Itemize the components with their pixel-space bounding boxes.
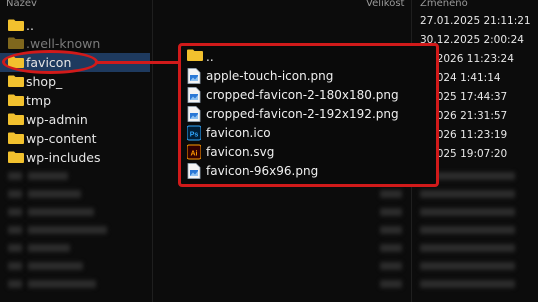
folder-icon: [8, 132, 24, 144]
folder-label: ..: [26, 18, 34, 33]
column-header: Název Velikost Změněno: [0, 0, 538, 12]
folder-contents-popup: .. apple-touch-icon.png cropped-favicon-2-…: [178, 43, 439, 187]
blurred-row: [0, 240, 538, 256]
png-file-icon: [187, 68, 201, 84]
blurred-row: [0, 258, 538, 274]
popup-file-item[interactable]: cropped-favicon-2-180x180.png: [187, 86, 432, 104]
folder-up-icon: [8, 19, 24, 31]
highlight-ellipse: [2, 50, 98, 74]
blurred-row: [0, 222, 538, 238]
popup-file-label: cropped-favicon-2-180x180.png: [206, 88, 399, 102]
png-file-icon: [187, 87, 201, 103]
folder-up-icon: [187, 49, 203, 65]
photoshop-file-icon: Ps: [186, 125, 202, 141]
folder-row[interactable]: wp-admin: [0, 110, 150, 129]
folder-icon: [8, 75, 24, 87]
folder-label: wp-content: [26, 131, 97, 146]
modified-column-header[interactable]: Změněno: [420, 0, 468, 9]
folder-label: wp-admin: [26, 112, 88, 127]
svg-text:Ps: Ps: [190, 132, 199, 139]
folder-label: wp-includes: [26, 150, 101, 165]
blurred-row: [0, 204, 538, 220]
folder-row[interactable]: wp-includes: [0, 148, 150, 167]
folder-row[interactable]: .well-known: [0, 34, 150, 53]
folder-icon: [8, 151, 24, 163]
highlight-connector: [96, 61, 180, 64]
modified-date: 27.01.2025 21:11:21: [420, 15, 531, 27]
popup-file-item[interactable]: ..: [187, 48, 432, 66]
folder-label: shop_: [26, 74, 63, 89]
column-divider: [152, 0, 153, 302]
folder-icon: [8, 94, 24, 106]
illustrator-file-icon: Ai: [186, 144, 202, 160]
blurred-row: [0, 186, 538, 202]
popup-file-item[interactable]: cropped-favicon-2-192x192.png: [187, 105, 432, 123]
folder-row[interactable]: shop_: [0, 72, 150, 91]
folder-icon: [8, 113, 24, 125]
svg-text:Ai: Ai: [191, 151, 198, 158]
folder-row[interactable]: ..: [0, 16, 150, 35]
popup-file-item[interactable]: Ps favicon.ico: [186, 124, 432, 142]
popup-file-label: favicon.svg: [206, 145, 275, 159]
folder-label: tmp: [26, 93, 52, 108]
popup-file-label: favicon.ico: [206, 126, 271, 140]
popup-file-label: cropped-favicon-2-192x192.png: [206, 107, 399, 121]
popup-file-item[interactable]: apple-touch-icon.png: [187, 67, 432, 85]
popup-file-label: apple-touch-icon.png: [206, 69, 334, 83]
folder-row[interactable]: wp-content: [0, 129, 150, 148]
blurred-row: [0, 276, 538, 292]
size-column-header[interactable]: Velikost: [366, 0, 404, 9]
folder-icon: [8, 37, 24, 49]
name-column-header[interactable]: Název: [6, 0, 37, 9]
popup-file-label: favicon-96x96.png: [206, 164, 319, 178]
folder-label: .well-known: [26, 36, 101, 51]
png-file-icon: [187, 163, 201, 179]
popup-file-label: ..: [206, 50, 214, 64]
png-file-icon: [187, 106, 201, 122]
popup-file-item[interactable]: Ai favicon.svg: [186, 143, 432, 161]
folder-row[interactable]: tmp: [0, 91, 150, 110]
popup-file-item[interactable]: favicon-96x96.png: [187, 162, 432, 180]
